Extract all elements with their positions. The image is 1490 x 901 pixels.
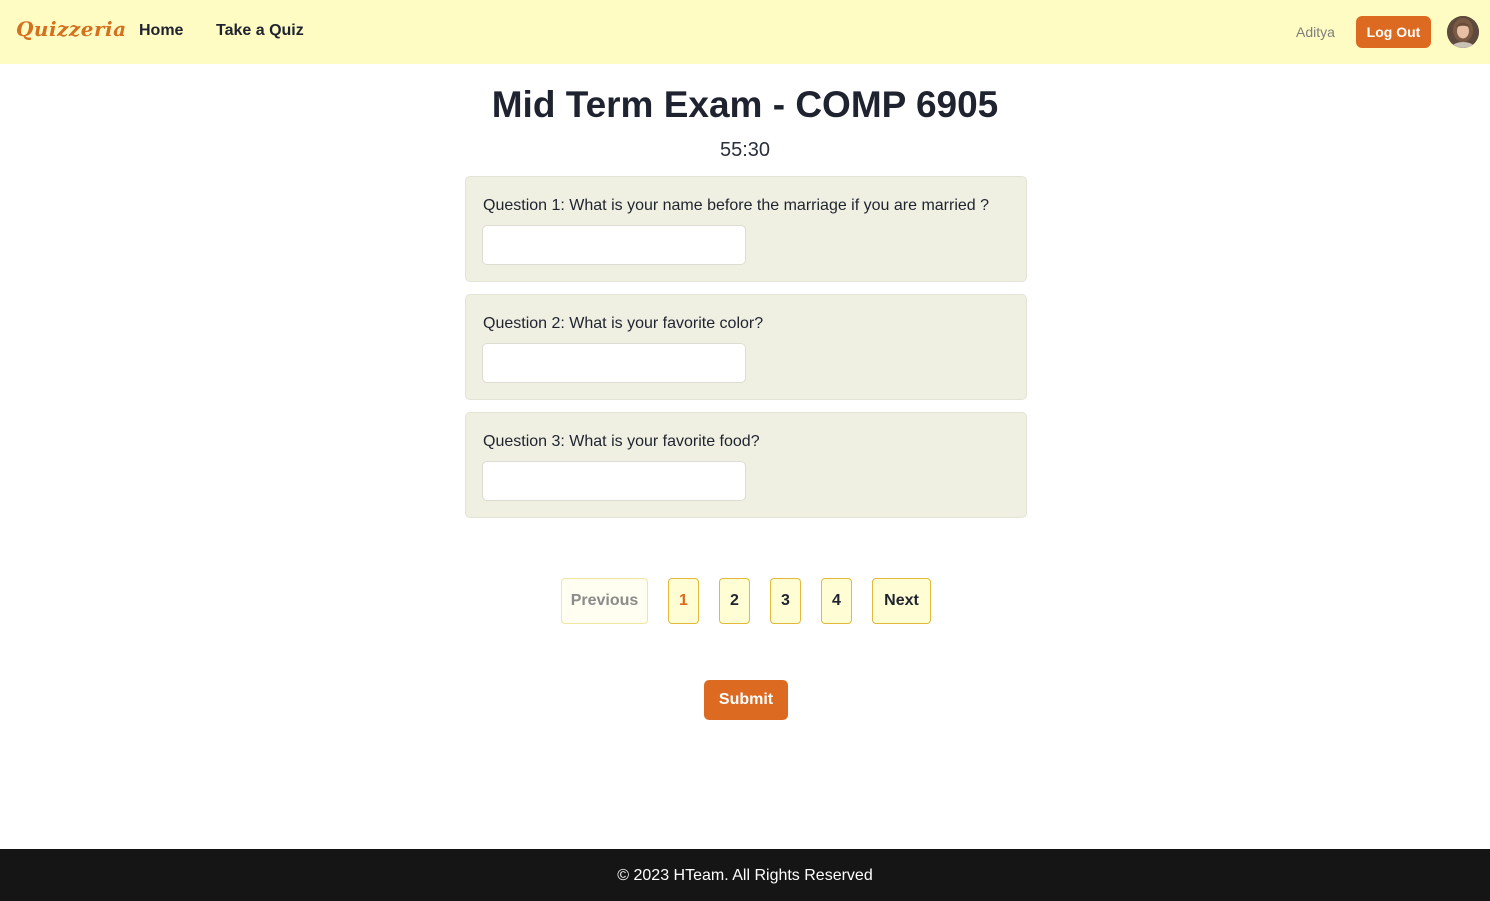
- answer-input-1[interactable]: [482, 225, 746, 265]
- next-page-button[interactable]: Next: [872, 578, 931, 624]
- navbar: Quizzeria Home Take a Quiz Aditya Log Ou…: [0, 0, 1490, 64]
- question-text: Question 2: What is your favorite color?: [483, 315, 764, 332]
- page-button-2[interactable]: 2: [719, 578, 750, 624]
- exam-title: Mid Term Exam - COMP 6905: [491, 84, 999, 125]
- answer-input-3[interactable]: [482, 461, 746, 501]
- username-label: Aditya: [1296, 24, 1335, 40]
- footer: © 2023 HTeam. All Rights Reserved: [0, 849, 1490, 901]
- page-button-4[interactable]: 4: [821, 578, 852, 624]
- brand-logo[interactable]: Quizzeria: [16, 17, 127, 41]
- question-card: Question 1: What is your name before the…: [465, 176, 1027, 282]
- exam-timer: 55:30: [719, 139, 771, 161]
- previous-page-button[interactable]: Previous: [561, 578, 648, 624]
- question-card: Question 2: What is your favorite color?: [465, 294, 1027, 400]
- user-avatar-icon[interactable]: [1447, 16, 1479, 48]
- nav-link-take-a-quiz[interactable]: Take a Quiz: [216, 22, 304, 40]
- page-button-3[interactable]: 3: [770, 578, 801, 624]
- submit-button[interactable]: Submit: [704, 680, 788, 720]
- nav-link-home[interactable]: Home: [139, 22, 183, 40]
- question-text: Question 3: What is your favorite food?: [483, 433, 760, 450]
- footer-copyright: © 2023 HTeam. All Rights Reserved: [617, 867, 873, 884]
- logout-button[interactable]: Log Out: [1356, 16, 1431, 48]
- page-button-1[interactable]: 1: [668, 578, 699, 624]
- question-card: Question 3: What is your favorite food?: [465, 412, 1027, 518]
- answer-input-2[interactable]: [482, 343, 746, 383]
- question-text: Question 1: What is your name before the…: [483, 197, 990, 214]
